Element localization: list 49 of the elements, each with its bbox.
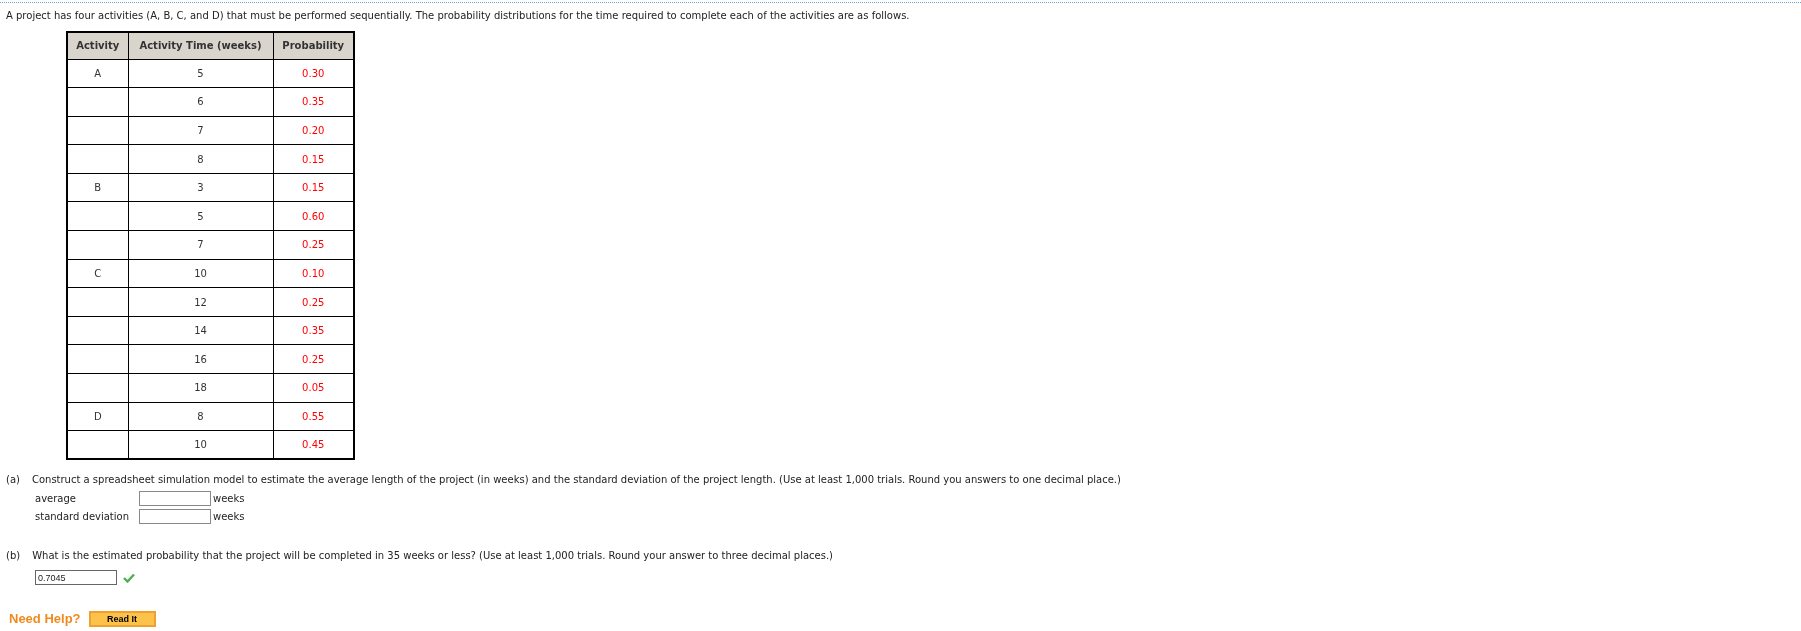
table-cell: 0.25 [302,353,325,365]
part-label: (b) [6,549,21,564]
answer-field[interactable]: 0.7045 [35,570,117,586]
unit-label: weeks [213,492,245,507]
table-cell: 5 [197,210,204,222]
table-cell: 0.55 [302,410,325,422]
read-it-button[interactable]: Read It [88,611,156,628]
table-cell: 3 [197,182,204,194]
table-cell: 0.05 [302,382,325,394]
column-header: Probability [273,32,354,59]
table-cell: C [94,267,102,279]
table-cell: 10 [194,267,207,279]
table-cell: 12 [194,296,207,308]
table-cell: 0.10 [302,267,325,279]
table-cell: 0.30 [302,67,325,79]
table-cell: 0.25 [302,239,325,251]
table-cell: 6 [197,96,204,108]
table-cell: 0.35 [302,325,325,337]
table-cell: D [93,410,102,422]
table-cell: 0.60 [302,210,325,222]
question-text: Construct a spreadsheet simulation model to estimate the average length of the project (in weeks) and the standard deviation of the project length. (Use at least 1,000 trials. Round you answers to one decimal place.) [31,473,1121,488]
table-cell: 0.45 [302,439,325,451]
table-cell: A [94,67,102,79]
field-label: standard deviation [35,510,130,525]
table-cell: B [94,182,102,194]
input-field[interactable] [139,491,211,507]
table-cell: 5 [197,67,204,79]
table-cell: 16 [194,353,207,365]
question-text: What is the estimated probability that the project will be completed in 35 weeks or less? (Use at least 1,000 trials. Round your answer to three decimal places.) [32,549,833,564]
table-cell: 0.15 [302,182,325,194]
table-cell: 14 [194,325,207,337]
part-label: (a) [6,473,20,488]
unit-label: weeks [213,510,245,525]
table-cell: 8 [197,410,204,422]
table-cell: 0.20 [302,125,325,136]
need-help-label: Need Help? [9,610,81,629]
column-header: Activity [67,32,128,59]
column-header: Activity Time (weeks) [128,32,273,59]
table-cell: 18 [194,382,207,394]
problem-statement: A project has four activities (A, B, C, and D) that must be performed sequentially. The probability distributions for the time required to complete each of the activities are as follows. [6,9,911,23]
field-label: average [35,492,77,507]
table-cell: 7 [197,239,204,251]
table-cell: 7 [197,125,204,136]
table-cell: 0.25 [302,296,325,308]
table-cell: 0.15 [302,153,325,165]
table-cell: 10 [194,439,207,451]
input-field[interactable] [139,509,211,525]
table-cell: 0.35 [302,96,325,108]
table-cell: 8 [197,153,204,165]
